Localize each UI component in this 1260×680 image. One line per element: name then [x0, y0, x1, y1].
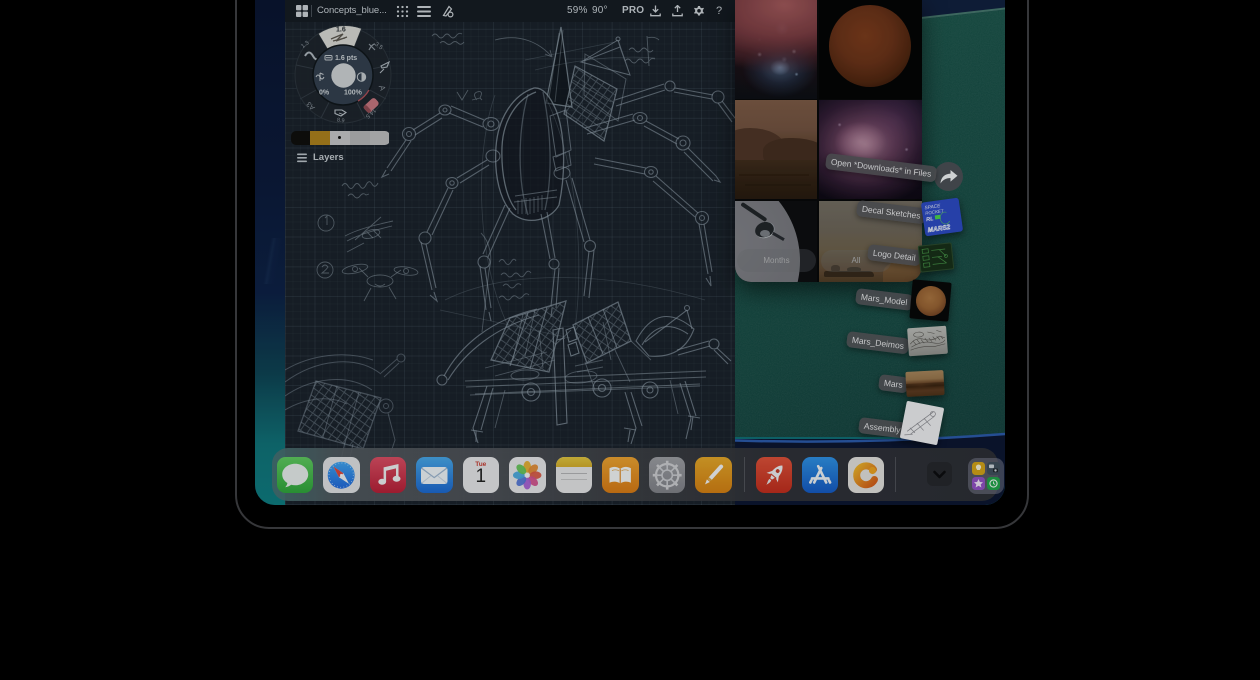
svg-text:8.9: 8.9 — [336, 117, 344, 124]
svg-text:ROCKET: ROCKET — [925, 208, 944, 216]
svg-text:0%: 0% — [319, 90, 330, 97]
svg-text:1.6 pts: 1.6 pts — [335, 55, 357, 62]
svg-text:100%: 100% — [344, 90, 363, 97]
svg-text:MARS2: MARS2 — [927, 224, 951, 234]
svg-text:1.6: 1.6 — [336, 27, 346, 34]
svg-text:RL: RL — [926, 216, 935, 223]
